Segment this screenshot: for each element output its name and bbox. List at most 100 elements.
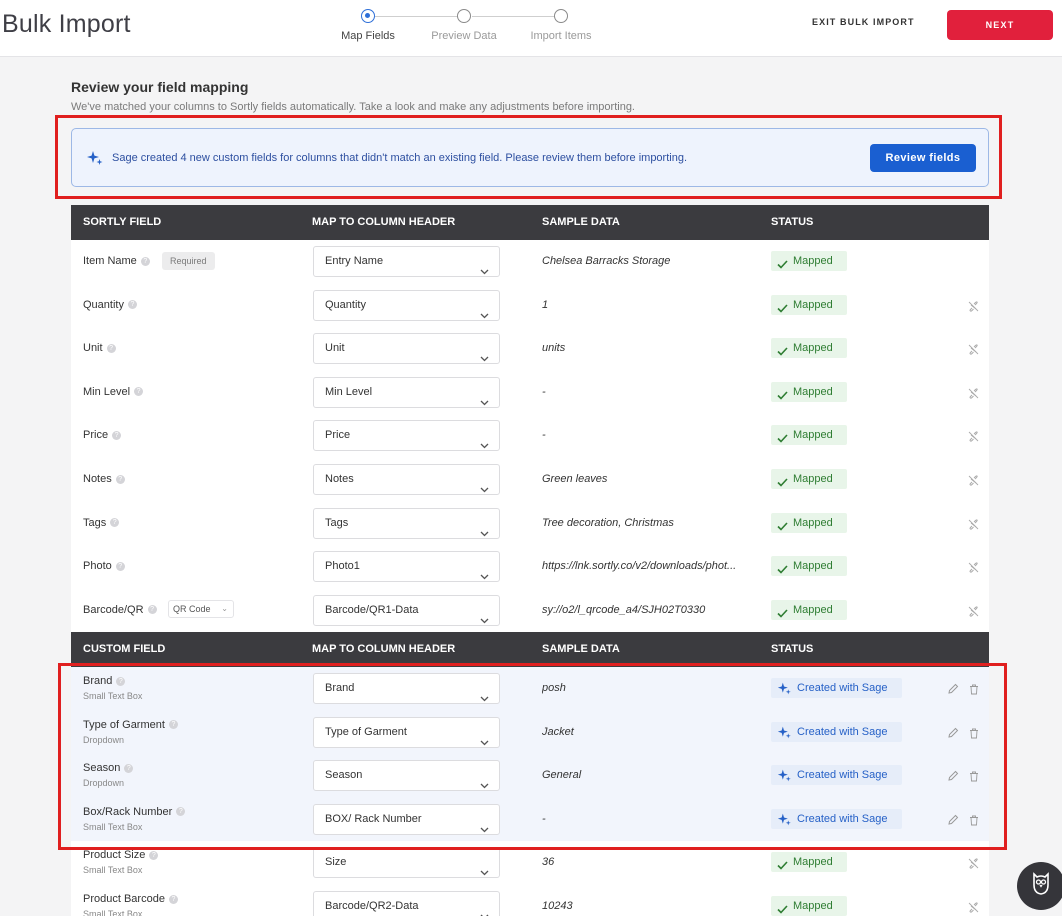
required-badge: Required [162, 252, 215, 270]
unlink-icon[interactable] [968, 342, 979, 360]
sample-data: 10243 [542, 900, 573, 912]
column-header-select[interactable]: Unit [313, 333, 500, 365]
check-icon [777, 300, 788, 320]
field-name-label: Quantity [83, 298, 124, 311]
column-header-select[interactable]: Notes [313, 464, 500, 495]
column-header-select[interactable]: Size [313, 847, 500, 879]
unlink-icon[interactable] [968, 604, 979, 622]
field-type: Dropdown [83, 778, 125, 789]
help-icon[interactable]: ? [168, 894, 178, 904]
trash-icon[interactable] [969, 682, 979, 700]
column-header-select[interactable]: Price [313, 420, 500, 452]
column-header-select[interactable]: Photo1 [313, 551, 500, 583]
edit-icon[interactable] [947, 769, 959, 787]
status-badge: Mapped [771, 852, 847, 873]
unlink-icon[interactable] [968, 299, 979, 317]
edit-icon[interactable] [947, 682, 959, 700]
sample-data: 36 [542, 856, 555, 869]
field-name: Barcode/QR? [83, 604, 157, 616]
sparkle-icon [777, 812, 792, 834]
column-header-value: Notes [325, 473, 354, 485]
help-icon[interactable]: ? [149, 850, 159, 860]
column-header-value: Price [325, 429, 351, 442]
table-row: Product Size? Small Text Box Size 36 Mapped [71, 841, 989, 885]
help-icon[interactable]: ? [106, 343, 116, 353]
table-row: Barcode/QR? QR Code ⌄ Barcode/QR1-Data sy://… [71, 589, 989, 633]
column-header-value: Photo1 [325, 560, 360, 573]
status-label: Mapped [793, 603, 833, 616]
table-row: Item Name? Required Entry Name Chelsea Barr… [71, 240, 989, 284]
exit-bulk-import-button[interactable]: EXIT BULK IMPORT [812, 17, 915, 27]
column-header-select[interactable]: Tags [313, 507, 500, 539]
column-header-value: Barcode/QR2-Data [325, 900, 419, 912]
col-header: SAMPLE DATA [542, 216, 620, 228]
sample-data: Green leaves [542, 473, 608, 485]
help-icon[interactable]: ? [134, 387, 144, 397]
unlink-icon[interactable] [968, 900, 979, 916]
column-header-select[interactable]: Barcode/QR2-Data [313, 891, 500, 916]
unlink-icon[interactable] [968, 560, 979, 578]
check-icon [777, 518, 788, 538]
unlink-icon[interactable] [968, 473, 979, 491]
column-header-select[interactable]: Entry Name [313, 246, 500, 277]
trash-icon[interactable] [969, 813, 979, 831]
help-icon[interactable]: ? [115, 474, 125, 484]
column-header-select[interactable]: Barcode/QR1-Data [313, 594, 500, 626]
sample-data: - [542, 812, 546, 825]
unlink-icon[interactable] [968, 856, 979, 874]
column-header-select[interactable]: Quantity [313, 289, 500, 321]
column-header-value: Type of Garment [325, 725, 407, 738]
column-header-select[interactable]: Brand [313, 673, 500, 704]
status-badge: Mapped [771, 896, 847, 916]
sample-data: 1 [542, 298, 549, 311]
unlink-icon[interactable] [968, 386, 979, 404]
help-icon[interactable]: ? [116, 676, 126, 686]
help-icon[interactable]: ? [110, 518, 120, 528]
step-dot [457, 9, 471, 23]
help-icon[interactable]: ? [112, 430, 122, 440]
review-fields-button[interactable]: Review fields [870, 144, 976, 172]
edit-icon[interactable] [947, 813, 959, 831]
status-label: Created with Sage [797, 725, 888, 738]
field-name-label: Product Barcode [83, 893, 165, 905]
column-header-value: Unit [325, 342, 345, 355]
unlink-icon[interactable] [968, 429, 979, 447]
unlink-icon[interactable] [968, 517, 979, 535]
help-icon[interactable]: ? [124, 763, 134, 773]
help-icon[interactable]: ? [168, 720, 178, 730]
barcode-type-select[interactable]: QR Code ⌄ [168, 599, 234, 618]
column-header-select[interactable]: Season [313, 760, 500, 792]
status-badge: Mapped [771, 512, 847, 533]
status-label: Created with Sage [797, 812, 888, 825]
next-button[interactable]: NEXT [947, 10, 1053, 40]
step-preview-data[interactable]: Preview Data [419, 8, 509, 42]
step-import-items[interactable]: Import Items [516, 8, 606, 42]
field-name: Photo? [83, 560, 125, 572]
status-label: Created with Sage [797, 769, 888, 782]
trash-icon[interactable] [969, 769, 979, 787]
status-label: Mapped [793, 900, 833, 912]
help-icon[interactable]: ? [115, 561, 125, 571]
check-icon [777, 474, 788, 494]
help-icon[interactable]: ? [176, 807, 186, 817]
page-title: Bulk Import [2, 10, 131, 38]
sparkle-icon [777, 725, 792, 747]
trash-icon[interactable] [969, 726, 979, 744]
help-icon[interactable]: ? [140, 256, 150, 266]
table-row: Box/Rack Number? Small Text Box BOX/ Rack … [71, 797, 989, 842]
field-type: Small Text Box [83, 909, 143, 916]
column-header-select[interactable]: Type of Garment [313, 716, 500, 748]
field-name: Item Name? [83, 255, 150, 267]
help-assistant-button[interactable] [1017, 862, 1062, 910]
column-header-value: Min Level [325, 385, 373, 398]
column-header-select[interactable]: BOX/ Rack Number [313, 803, 500, 835]
edit-icon[interactable] [947, 726, 959, 744]
status-badge: Mapped [771, 469, 847, 489]
field-name: Box/Rack Number? [83, 806, 186, 818]
column-header-select[interactable]: Min Level [313, 376, 500, 408]
step-map-fields[interactable]: Map Fields [323, 8, 413, 42]
help-icon[interactable]: ? [127, 300, 137, 310]
field-name: Season? [83, 762, 134, 774]
status-label: Mapped [793, 429, 833, 442]
help-icon[interactable]: ? [147, 605, 157, 615]
